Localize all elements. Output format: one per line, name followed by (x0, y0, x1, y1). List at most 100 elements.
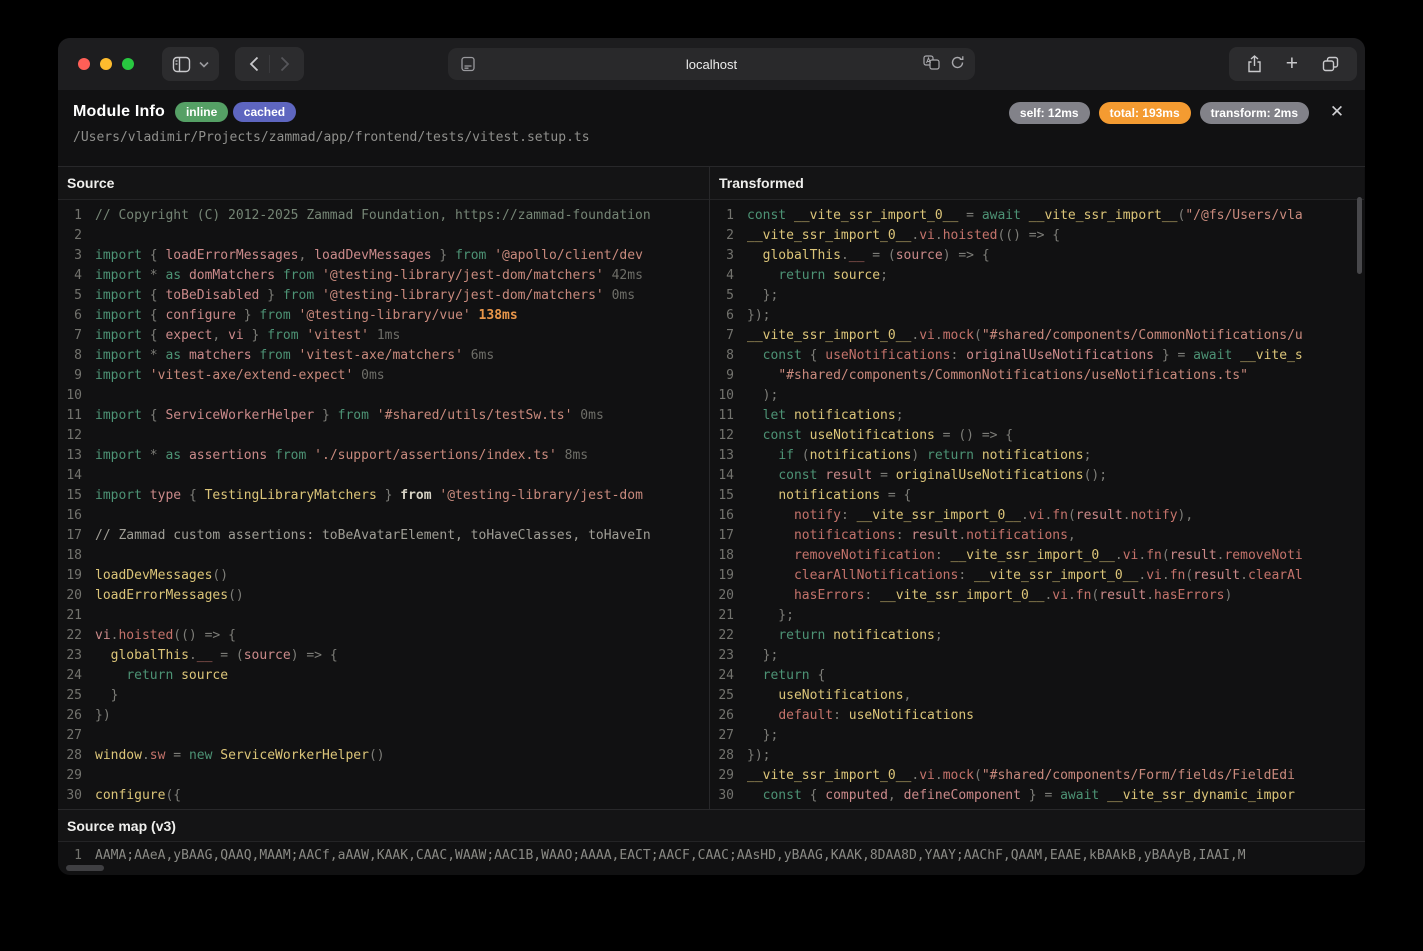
line-number: 27 (58, 726, 82, 746)
code-line: 13 if (notifications) return notificatio… (710, 446, 1364, 466)
code-token: vi (919, 328, 935, 343)
minimize-window-button[interactable] (100, 58, 112, 70)
code-token: __vite_ssr_import_0__ (747, 328, 911, 343)
sourcemap-mappings: AAMA;AAeA,yBAAG,QAAQ,MAAM;AACf,aAAW,KAAK… (95, 848, 1246, 863)
transformed-code[interactable]: 1const __vite_ssr_import_0__ = await __v… (710, 200, 1364, 806)
code-token: }) (95, 708, 111, 723)
code-panes: Source 1// Copyright (C) 2012-2025 Zamma… (58, 166, 1365, 809)
code-token: ( (1185, 568, 1193, 583)
code-token: result (1099, 588, 1146, 603)
code-token: . (935, 328, 943, 343)
line-number: 18 (710, 546, 734, 566)
code-line: 16 (58, 506, 709, 526)
code-token: , (299, 248, 315, 263)
horizontal-scrollbar-thumb[interactable] (66, 865, 104, 871)
code-token (747, 588, 794, 603)
code-token: . (1162, 568, 1170, 583)
code-token (747, 448, 778, 463)
code-token: ; (1084, 448, 1092, 463)
code-token: const (763, 348, 810, 363)
back-button[interactable] (239, 47, 269, 81)
code-token: vi (1029, 508, 1045, 523)
line-number: 25 (58, 686, 82, 706)
code-token: // Copyright (C) 2012-2025 Zammad Founda… (95, 208, 651, 223)
code-token: result (825, 468, 872, 483)
code-token: . (1115, 548, 1123, 563)
code-line: 20 hasErrors: __vite_ssr_import_0__.vi.f… (710, 586, 1364, 606)
reload-icon[interactable] (950, 55, 965, 70)
code-token: return (126, 668, 181, 683)
code-token: . (935, 768, 943, 783)
code-token: 138ms (479, 308, 518, 323)
line-number: 5 (710, 286, 734, 306)
code-line: 15import type { TestingLibraryMatchers }… (58, 486, 709, 506)
code-line: 30configure({ (58, 786, 709, 806)
code-token: = ( (864, 248, 895, 263)
line-number: 23 (58, 646, 82, 666)
code-token (747, 408, 763, 423)
code-line: 9 "#shared/components/CommonNotification… (710, 366, 1364, 386)
timing-metrics: self: 12ms total: 193ms transform: 2ms (1009, 102, 1309, 124)
line-number: 15 (710, 486, 734, 506)
url-text[interactable]: localhost (448, 57, 975, 72)
url-bar[interactable]: localhost (448, 48, 975, 80)
code-token: useNotifications (810, 428, 935, 443)
code-token: fn (1146, 548, 1162, 563)
zoom-window-button[interactable] (122, 58, 134, 70)
line-number: 18 (58, 546, 82, 566)
code-token: __vite_ssr_dynamic_impor (1107, 788, 1295, 803)
module-badge: cached (233, 102, 296, 122)
sidebar-toggle-button[interactable] (162, 47, 219, 81)
code-token: if (778, 448, 801, 463)
code-token: } (314, 408, 337, 423)
code-token: from (275, 448, 314, 463)
code-token (747, 628, 778, 643)
line-number: 17 (58, 526, 82, 546)
code-token: fn (1076, 588, 1092, 603)
code-token: source (896, 248, 943, 263)
code-token: return (778, 268, 833, 283)
code-token: ); (747, 388, 778, 403)
code-token: result (911, 528, 958, 543)
close-window-button[interactable] (78, 58, 90, 70)
code-token (747, 348, 763, 363)
code-token: (() => { (997, 228, 1060, 243)
code-line: 27 (58, 726, 709, 746)
code-token: notifications (833, 628, 935, 643)
code-token: ServiceWorkerHelper (165, 408, 314, 423)
code-token: '@testing-library/jest-dom (439, 488, 643, 503)
line-number: 9 (58, 366, 82, 386)
code-token: result (1193, 568, 1240, 583)
code-token: as (165, 448, 188, 463)
code-token: vi (95, 628, 111, 643)
code-token (747, 688, 778, 703)
forward-button[interactable] (270, 47, 300, 81)
tab-overview-icon[interactable] (1322, 56, 1339, 72)
code-token: . (1146, 588, 1154, 603)
source-code[interactable]: 1// Copyright (C) 2012-2025 Zammad Found… (58, 200, 709, 806)
line-number: 3 (58, 246, 82, 266)
code-token: ( (802, 448, 810, 463)
code-token: 0ms (361, 368, 384, 383)
code-token: * (150, 348, 166, 363)
code-token: hasErrors (794, 588, 864, 603)
line-number: 6 (58, 306, 82, 326)
code-token: computed (825, 788, 888, 803)
line-number: 16 (58, 506, 82, 526)
new-tab-button[interactable]: + (1286, 53, 1298, 74)
translate-icon[interactable] (923, 55, 940, 70)
line-number: 12 (710, 426, 734, 446)
code-token: __vite_ssr_import_0__ (951, 548, 1115, 563)
code-token: ; (896, 408, 904, 423)
share-icon[interactable] (1247, 55, 1262, 73)
page-settings-icon[interactable] (460, 56, 476, 72)
toolbar-right-buttons: + (1229, 47, 1357, 81)
code-token: result (1076, 508, 1123, 523)
line-number: 7 (710, 326, 734, 346)
line-number: 19 (58, 566, 82, 586)
transformed-pane-header: Transformed (710, 167, 1364, 200)
close-button[interactable]: ✕ (1325, 100, 1349, 124)
vertical-scrollbar-thumb[interactable] (1357, 197, 1362, 274)
code-token: __vite_ssr_import_0__ (794, 208, 958, 223)
code-token: , (904, 688, 912, 703)
